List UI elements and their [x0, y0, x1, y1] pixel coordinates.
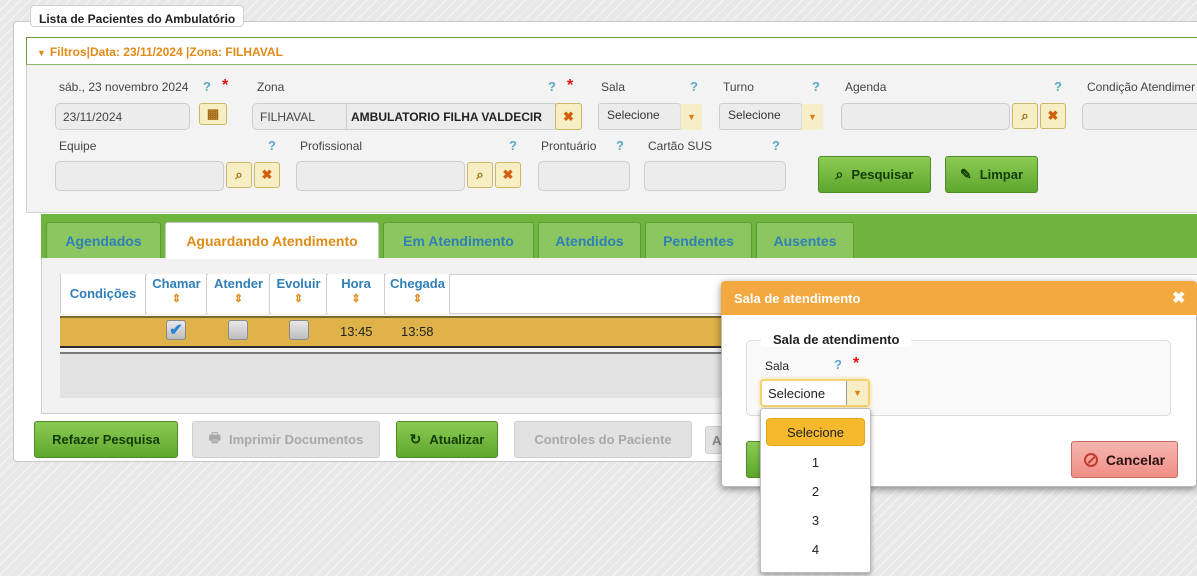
help-icon[interactable]: ?	[616, 138, 624, 153]
help-icon[interactable]: ?	[548, 79, 556, 94]
column-header-hora[interactable]: Hora ⇕	[328, 274, 385, 314]
condicao-label: Condição Atendimer	[1087, 80, 1196, 94]
agenda-label: Agenda	[845, 80, 887, 94]
required-icon: *	[567, 77, 574, 94]
checkmark-icon: ✔	[169, 322, 183, 339]
clear-equipe-icon[interactable]: ✖	[254, 162, 280, 188]
dropdown-option-selecione[interactable]: Selecione	[766, 418, 865, 446]
tab-em-atendimento[interactable]: Em Atendimento	[383, 222, 534, 258]
help-icon[interactable]: ?	[772, 138, 780, 153]
caret-down-icon: ▼	[37, 48, 46, 58]
dropdown-option-1[interactable]: 1	[766, 448, 865, 476]
cartao-label: Cartão SUS	[648, 139, 713, 153]
chevron-down-icon[interactable]: ▼	[801, 104, 823, 130]
required-icon: *	[222, 77, 229, 94]
sala-label: Sala	[601, 80, 626, 94]
tab-ausentes[interactable]: Ausentes	[756, 222, 854, 258]
dialog-title: Sala de atendimento	[721, 281, 1197, 315]
agenda-input[interactable]	[841, 103, 1010, 130]
dropdown-option-4[interactable]: 4	[766, 535, 865, 563]
date-label: sáb., 23 novembro 2024	[59, 80, 189, 94]
equipe-label: Equipe	[59, 139, 97, 153]
close-icon[interactable]: ✖	[1172, 288, 1185, 308]
required-icon: *	[853, 355, 860, 372]
equipe-input[interactable]	[55, 161, 224, 191]
controles-paciente-button[interactable]: Controles do Paciente	[514, 421, 692, 458]
dialog-legend: Sala de atendimento	[761, 331, 912, 347]
tab-atendidos[interactable]: Atendidos	[538, 222, 641, 258]
tab-aguardando-atendimento[interactable]: Aguardando Atendimento	[165, 222, 379, 259]
sala-select[interactable]: Selecione	[598, 103, 681, 130]
help-icon[interactable]: ?	[268, 138, 276, 153]
chamar-checkbox[interactable]: ✔	[166, 320, 186, 340]
tab-agendados[interactable]: Agendados	[46, 222, 161, 258]
dialog-sala-select[interactable]: Selecione ▼	[760, 379, 870, 407]
chevron-down-icon[interactable]: ▼	[846, 381, 868, 405]
zona-code-input[interactable]: FILHAVAL	[252, 103, 348, 130]
column-header-evoluir[interactable]: Evoluir ⇕	[271, 274, 327, 314]
help-icon[interactable]: ?	[834, 357, 842, 372]
profissional-label: Profissional	[300, 139, 363, 153]
limpar-button[interactable]: ✎ Limpar	[945, 156, 1038, 193]
column-header-condicoes[interactable]: Condições	[61, 274, 146, 314]
cancel-icon	[1083, 452, 1098, 467]
help-icon[interactable]: ?	[1054, 79, 1062, 94]
zona-name-field: AMBULATORIO FILHA VALDECIR	[346, 103, 556, 130]
help-icon[interactable]: ?	[509, 138, 517, 153]
dialog-sala-select-value: Selecione	[768, 386, 826, 401]
search-icon: ⌕	[835, 166, 844, 182]
sort-icon[interactable]: ⇕	[328, 292, 384, 305]
tab-pendentes[interactable]: Pendentes	[645, 222, 752, 258]
broom-icon: ✎	[959, 166, 972, 182]
column-header-atender[interactable]: Atender ⇕	[208, 274, 270, 314]
search-icon[interactable]: ⌕	[467, 162, 493, 188]
dropdown-option-3[interactable]: 3	[766, 506, 865, 534]
clear-zona-icon[interactable]: ✖	[555, 103, 582, 130]
clear-profissional-icon[interactable]: ✖	[495, 162, 521, 188]
sort-icon[interactable]: ⇕	[147, 292, 206, 305]
dialog-sala-label: Sala	[765, 359, 790, 373]
chegada-cell: 13:58	[401, 324, 434, 339]
chevron-down-icon[interactable]: ▼	[680, 104, 702, 130]
sort-icon[interactable]: ⇕	[386, 292, 449, 305]
turno-select[interactable]: Selecione	[719, 103, 802, 130]
help-icon[interactable]: ?	[690, 79, 698, 94]
atender-checkbox[interactable]	[228, 320, 248, 340]
search-icon[interactable]: ⌕	[1012, 103, 1038, 129]
calendar-icon[interactable]: ▦	[199, 103, 227, 125]
page-title: Lista de Pacientes do Ambulatório	[30, 5, 245, 27]
condicao-input[interactable]	[1082, 103, 1197, 130]
evoluir-checkbox[interactable]	[289, 320, 309, 340]
cancel-button[interactable]: Cancelar	[1071, 441, 1178, 478]
zona-label: Zona	[257, 80, 285, 94]
sort-icon[interactable]: ⇕	[271, 292, 326, 305]
prontuario-label: Prontuário	[541, 139, 597, 153]
dropdown-option-2[interactable]: 2	[766, 477, 865, 505]
pesquisar-button[interactable]: ⌕ Pesquisar	[818, 156, 931, 193]
refazer-pesquisa-button[interactable]: Refazer Pesquisa	[34, 421, 178, 458]
cartao-sus-input[interactable]	[644, 161, 786, 191]
atualizar-button[interactable]: ↻ Atualizar	[396, 421, 498, 458]
profissional-input[interactable]	[296, 161, 465, 191]
column-header-chegada[interactable]: Chegada ⇕	[386, 274, 450, 314]
help-icon[interactable]: ?	[812, 79, 820, 94]
clear-agenda-icon[interactable]: ✖	[1040, 103, 1066, 129]
imprimir-documentos-button[interactable]: 🖶 Imprimir Documentos	[192, 421, 380, 458]
sort-icon[interactable]: ⇕	[208, 292, 269, 305]
prontuario-input[interactable]	[538, 161, 630, 191]
help-icon[interactable]: ?	[203, 79, 211, 94]
search-icon[interactable]: ⌕	[226, 162, 252, 188]
filter-header[interactable]: ▼ Filtros|Data: 23/11/2024 |Zona: FILHAVA…	[26, 37, 1197, 65]
column-header-chamar[interactable]: Chamar ⇕	[147, 274, 207, 314]
filter-header-text: Filtros|Data: 23/11/2024 |Zona: FILHAVAL	[49, 45, 283, 59]
date-input[interactable]: 23/11/2024	[55, 103, 190, 130]
printer-icon: 🖶	[208, 429, 221, 445]
turno-label: Turno	[723, 80, 754, 94]
refresh-icon: ↻	[409, 431, 422, 447]
hora-cell: 13:45	[340, 324, 373, 339]
